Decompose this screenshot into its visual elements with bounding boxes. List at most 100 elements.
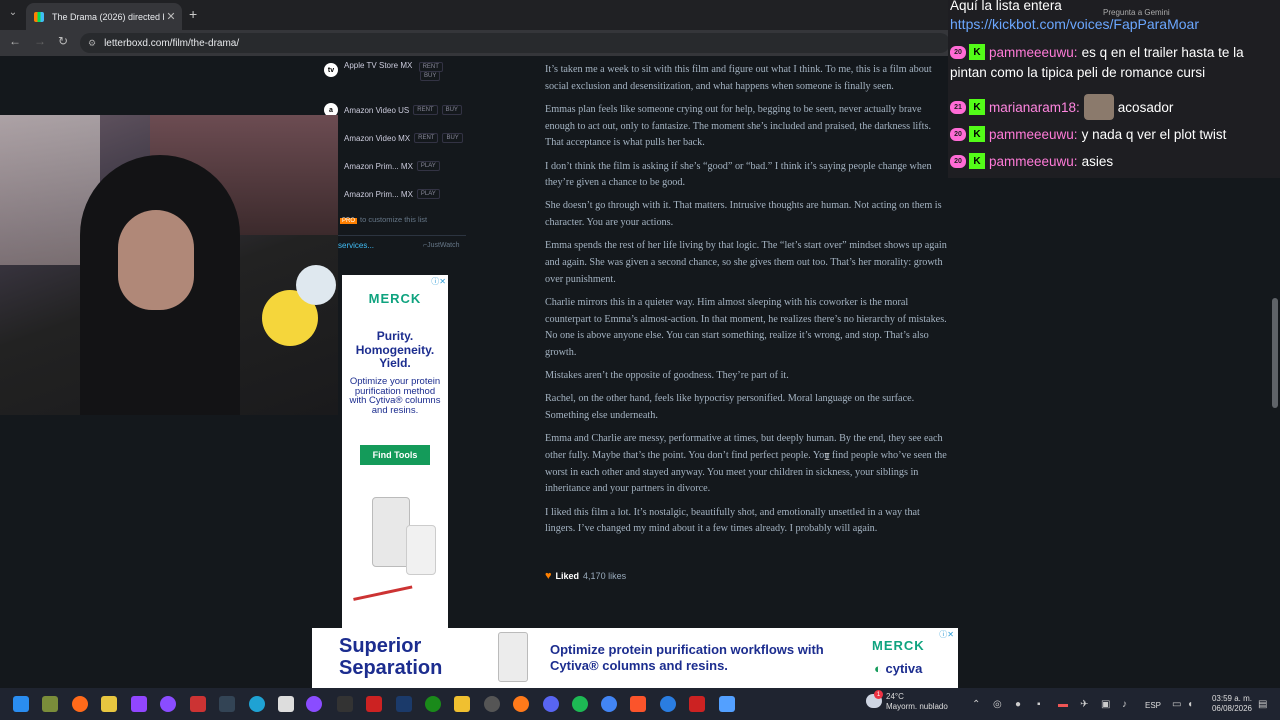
play-badge[interactable]: PLAY xyxy=(416,161,440,171)
weather-temp: 24°C xyxy=(886,692,904,701)
chat-link[interactable]: https://kickbot.com/voices/FapParaMoar xyxy=(950,16,1199,32)
white-plush-toy xyxy=(296,265,336,305)
customize-text: to customize this list xyxy=(360,215,428,224)
service-name: Amazon Video US xyxy=(344,105,410,115)
cat-emote-icon xyxy=(1083,94,1114,120)
justwatch-credit[interactable]: ⌐JustWatch xyxy=(423,242,460,249)
find-tools-button[interactable]: Find Tools xyxy=(360,445,430,465)
notion-icon[interactable] xyxy=(278,696,294,712)
start-windows-icon[interactable] xyxy=(13,696,29,712)
volume-icon[interactable]: ◖ xyxy=(1187,699,1193,710)
site-info-icon[interactable]: ⚙ xyxy=(88,38,96,49)
app-icon[interactable] xyxy=(366,696,382,712)
app-icon[interactable] xyxy=(42,696,58,712)
language-indicator[interactable]: ESP xyxy=(1145,701,1161,710)
photoshop-icon[interactable] xyxy=(396,696,412,712)
divider xyxy=(338,235,466,236)
buy-badge[interactable]: BUY xyxy=(442,133,463,143)
service-amazon-us[interactable]: a Amazon Video US RENT BUY xyxy=(324,97,474,123)
file-icon[interactable] xyxy=(101,696,117,712)
play-badge[interactable]: PLAY xyxy=(416,189,440,199)
clock-time: 03:59 a. m. xyxy=(1211,694,1252,703)
heart-icon[interactable]: ♥ xyxy=(545,570,552,582)
chat-text: es q en el trailer hasta te la xyxy=(1081,44,1244,60)
tray-icon[interactable]: ▬ xyxy=(1058,699,1068,710)
chat-header: Aquí la lista entera xyxy=(950,0,1062,13)
rent-badge[interactable]: RENT xyxy=(413,105,438,115)
tray-icon[interactable]: ● xyxy=(1015,699,1021,710)
back-arrow-icon[interactable]: ← xyxy=(7,34,23,48)
xbox-icon[interactable] xyxy=(425,696,441,712)
firefox-icon[interactable] xyxy=(72,696,88,712)
discord-icon[interactable] xyxy=(543,696,559,712)
chat-message: 20 K pammeeeuwu: es q en el trailer hast… xyxy=(950,44,1244,60)
chat-message: 20 K pammeeeuwu: y nada q ver el plot tw… xyxy=(950,126,1226,142)
tray-icon[interactable]: ▪ xyxy=(1037,699,1041,710)
network-icon[interactable]: ▭ xyxy=(1172,699,1181,710)
browser-tab[interactable]: The Drama (2026) directed by K ✕ xyxy=(26,3,182,30)
all-services-link[interactable]: services... xyxy=(338,241,374,250)
microphone-icon[interactable]: ♪ xyxy=(1122,699,1127,710)
likes-count[interactable]: 4,170 likes xyxy=(583,571,626,581)
chevron-up-icon[interactable]: ⌃ xyxy=(972,699,980,710)
buy-badge[interactable]: BUY xyxy=(420,71,441,81)
obs-icon[interactable] xyxy=(306,696,322,712)
tab-search-icon[interactable]: ⌄ xyxy=(6,7,20,21)
reload-icon[interactable]: ↻ xyxy=(55,34,71,48)
letterboxd-favicon-icon xyxy=(34,11,44,22)
service-amazon-mx[interactable]: a Amazon Video MX RENT BUY xyxy=(324,125,474,151)
service-apple-tv[interactable]: tv Apple TV Store MX RENT BUY xyxy=(324,57,474,83)
tab-close-icon[interactable]: ✕ xyxy=(164,10,178,23)
steam-icon[interactable] xyxy=(484,696,500,712)
like-status[interactable]: ♥ Liked 4,170 likes xyxy=(545,570,626,582)
banner-body: Optimize protein purification workflows … xyxy=(550,642,824,673)
chat-text: pintan como la tipica peli de romance cu… xyxy=(950,65,1206,80)
valorant-icon[interactable] xyxy=(190,696,206,712)
address-bar[interactable]: ⚙ letterboxd.com/film/the-drama/ xyxy=(80,33,950,53)
firefox-icon[interactable] xyxy=(513,696,529,712)
service-prime-mx[interactable]: p Amazon Prim... MX PLAY xyxy=(324,153,474,179)
scrollbar-thumb[interactable] xyxy=(1272,298,1278,408)
new-tab-icon[interactable]: + xyxy=(189,6,197,22)
app-icon[interactable] xyxy=(660,696,676,712)
tab-title: The Drama (2026) directed by K xyxy=(52,11,164,22)
app-icon[interactable] xyxy=(337,696,353,712)
folder-icon[interactable] xyxy=(454,696,470,712)
product-bottle-image xyxy=(498,632,528,682)
forward-arrow-icon[interactable]: → xyxy=(32,34,48,48)
banner-ad[interactable]: ⓘ✕ Superior Separation Optimize protein … xyxy=(312,628,958,688)
tray-icon[interactable]: ◎ xyxy=(993,699,1002,710)
tray-icon[interactable]: ✈ xyxy=(1080,699,1088,710)
twitch-icon[interactable] xyxy=(131,696,147,712)
app-icon[interactable] xyxy=(249,696,265,712)
ad-close-icon[interactable]: ⓘ✕ xyxy=(939,629,954,640)
stream-chat-overlay: Aquí la lista entera Pregunta a Gemini h… xyxy=(948,0,1280,178)
app-icon[interactable] xyxy=(689,696,705,712)
customize-list-link[interactable]: PRO to customize this list xyxy=(340,215,427,224)
app-icon[interactable] xyxy=(719,696,735,712)
chrome-icon[interactable] xyxy=(601,696,617,712)
spotify-icon[interactable] xyxy=(572,696,588,712)
app-icon[interactable] xyxy=(160,696,176,712)
brave-icon[interactable] xyxy=(630,696,646,712)
rent-badge[interactable]: RENT xyxy=(414,133,439,143)
service-prime-mx-2[interactable]: p Amazon Prim... MX PLAY xyxy=(324,181,474,207)
kick-icon: K xyxy=(969,153,985,169)
notifications-icon[interactable]: ▤ xyxy=(1258,699,1267,710)
level-badge: 20 xyxy=(950,45,966,59)
system-clock[interactable]: 03:59 a. m. 06/08/2026 xyxy=(1206,694,1252,714)
page-scrollbar[interactable] xyxy=(1270,178,1280,688)
service-name: Amazon Prim... MX xyxy=(344,161,413,171)
kick-icon: K xyxy=(969,126,985,142)
liked-label: Liked xyxy=(555,571,580,581)
buy-badge[interactable]: BUY xyxy=(441,105,462,115)
weather-desc: Mayorm. nublado xyxy=(886,702,948,711)
product-bottle-image xyxy=(372,497,410,567)
kick-icon: K xyxy=(969,44,985,60)
app-icon[interactable] xyxy=(219,696,235,712)
chat-message-continued: pintan como la tipica peli de romance cu… xyxy=(950,65,1205,80)
service-name: Apple TV Store MX xyxy=(344,61,413,70)
tray-icon[interactable]: ▣ xyxy=(1101,699,1110,710)
vertical-ad[interactable]: ⓘ✕ MERCK Purity. Homogeneity. Yield. Opt… xyxy=(342,275,448,628)
ad-close-icon[interactable]: ⓘ✕ xyxy=(431,276,446,287)
